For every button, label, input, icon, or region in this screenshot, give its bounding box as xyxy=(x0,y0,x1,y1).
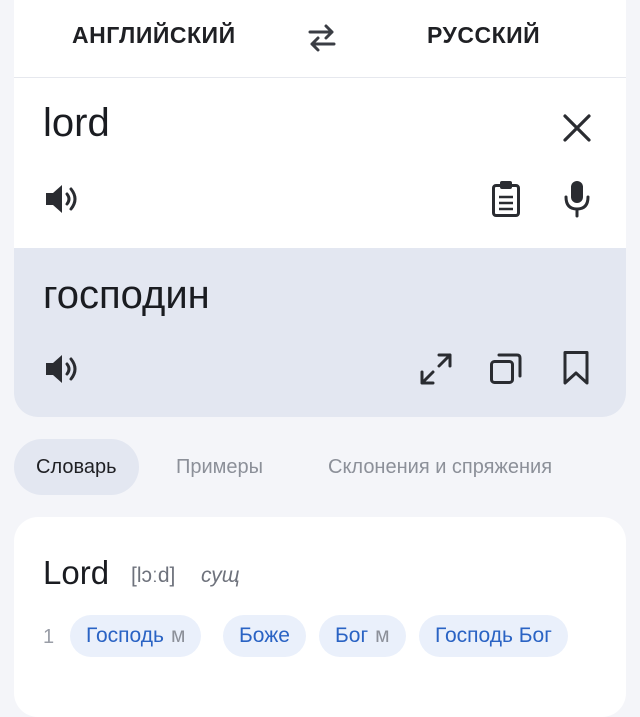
chip-word: Бог xyxy=(335,624,369,647)
speaker-icon[interactable] xyxy=(44,353,84,385)
copy-icon[interactable] xyxy=(489,352,523,386)
chip-gender: м xyxy=(375,624,390,647)
transcription: [lɔːd] xyxy=(131,564,176,587)
tab-examples[interactable]: Примеры xyxy=(176,439,263,495)
swap-arrows-icon[interactable] xyxy=(306,22,338,54)
translation-chip[interactable]: Господь м xyxy=(70,615,202,657)
chip-word: Боже xyxy=(239,624,290,647)
chip-word: Господь Бог xyxy=(435,624,552,647)
tab-dictionary[interactable]: Словарь xyxy=(14,439,139,495)
translation-chip[interactable]: Боже xyxy=(223,615,306,657)
target-language-button[interactable]: РУССКИЙ xyxy=(427,22,540,49)
bookmark-icon[interactable] xyxy=(562,350,590,386)
source-text-input[interactable]: lord xyxy=(43,101,110,146)
dictionary-headword: Lord xyxy=(43,554,110,591)
microphone-icon[interactable] xyxy=(563,180,591,218)
translator-card: АНГЛИЙСКИЙ РУССКИЙ lord господин xyxy=(14,0,626,417)
language-bar: АНГЛИЙСКИЙ РУССКИЙ xyxy=(14,0,626,78)
chip-word: Господь xyxy=(86,624,164,647)
part-of-speech: сущ xyxy=(201,564,240,587)
dictionary-card: Lord [lɔːd] сущ 1 Господь м Боже Бог м Гос… xyxy=(14,517,626,717)
expand-icon[interactable] xyxy=(419,352,453,386)
sense-number: 1 xyxy=(43,626,55,648)
tab-conjugations[interactable]: Склонения и спряжения xyxy=(328,439,552,495)
close-icon[interactable] xyxy=(562,113,592,143)
clipboard-icon[interactable] xyxy=(491,180,521,218)
translation-chip[interactable]: Бог м xyxy=(319,615,406,657)
result-tabs: Словарь Примеры Склонения и спряжения xyxy=(14,439,626,495)
translation-chip[interactable]: Господь Бог xyxy=(419,615,568,657)
translation-text: господин xyxy=(43,273,210,317)
source-language-button[interactable]: АНГЛИЙСКИЙ xyxy=(72,22,236,49)
translation-output: господин xyxy=(14,248,626,417)
chip-gender: м xyxy=(170,624,186,647)
speaker-icon[interactable] xyxy=(44,183,84,215)
